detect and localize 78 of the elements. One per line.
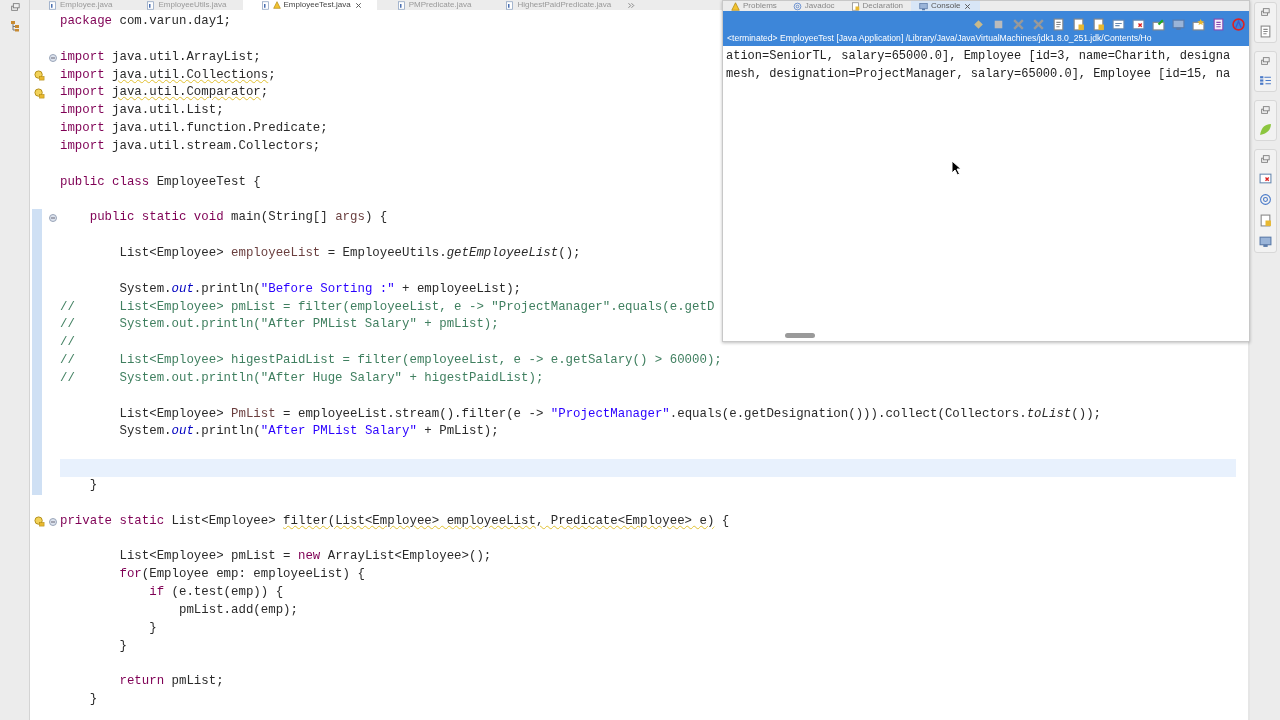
monitor-icon[interactable] bbox=[1172, 17, 1185, 31]
restore-icon[interactable] bbox=[1260, 56, 1270, 66]
code-line: public class EmployeeTest { bbox=[60, 174, 261, 189]
editor-tab[interactable]: PMPredicate.java bbox=[378, 0, 486, 10]
java-file-icon bbox=[260, 0, 270, 10]
window-icon[interactable] bbox=[1132, 17, 1145, 31]
console-output-line: mesh, designation=ProjectManager, salary=65000.0], Employee [id=15, na bbox=[726, 65, 1232, 83]
document-icon[interactable] bbox=[1052, 17, 1065, 31]
fold-icon[interactable] bbox=[48, 214, 57, 223]
close-icon[interactable] bbox=[353, 0, 363, 10]
code-line: System.out.println("After PMList Salary" + PmList); bbox=[118, 424, 499, 439]
document-icon[interactable] bbox=[1212, 17, 1225, 31]
chevron-icon[interactable] bbox=[627, 0, 637, 10]
code-line: import java.util.List; bbox=[60, 103, 224, 118]
code-line: import java.util.function.Predicate; bbox=[60, 121, 328, 136]
code-line: List<Employee> pmList = new ArrayList<Employee>(); bbox=[118, 549, 492, 564]
code-line: import java.util.Collections; bbox=[60, 67, 276, 82]
view-tab[interactable]: Problems bbox=[723, 1, 785, 11]
code-line: private static List<Employee> filter(List<Employee> employeeList, Predicate<Employee> e) { bbox=[60, 513, 730, 528]
code-line: import java.util.Comparator; bbox=[60, 85, 269, 100]
monitor-icon[interactable] bbox=[1258, 235, 1272, 248]
warning-icon bbox=[731, 1, 740, 11]
code-line: } bbox=[88, 692, 98, 707]
fold-icon[interactable] bbox=[48, 53, 57, 62]
java-file-icon bbox=[396, 0, 406, 10]
code-line: for(Employee emp: employeeList) { bbox=[118, 567, 365, 582]
console-output-line: ation=SeniorTL, salary=65000.0], Employee [id=3, name=Charith, designa bbox=[726, 48, 1232, 65]
restore-icon[interactable] bbox=[1260, 105, 1270, 115]
editor-tab[interactable]: EmployeeTest.java bbox=[242, 0, 377, 10]
scrollbar-thumb[interactable] bbox=[785, 333, 815, 338]
document-icon[interactable] bbox=[1072, 17, 1085, 31]
code-line: return pmList; bbox=[118, 674, 224, 689]
code-line: System.out.println("Before Sorting :" + employeeList); bbox=[118, 281, 522, 296]
code-line: if (e.test(emp)) { bbox=[148, 585, 284, 599]
code-line: List<Employee> employeeList = EmployeeUtils.getEmployeeList(); bbox=[118, 245, 581, 260]
document-icon[interactable] bbox=[1258, 172, 1272, 185]
editor-tab[interactable]: HighestPaidPredicate.java bbox=[487, 0, 626, 10]
monitor-icon bbox=[919, 1, 929, 11]
code-line: import java.util.stream.Collectors; bbox=[60, 138, 321, 153]
code-line: public static void main(String[] args) { bbox=[88, 210, 388, 225]
code-line: pmList.add(emp); bbox=[177, 602, 298, 617]
window-icon[interactable] bbox=[1112, 17, 1125, 31]
leaf-icon[interactable] bbox=[1258, 123, 1272, 136]
close-icon[interactable] bbox=[963, 1, 973, 11]
circle-icon[interactable] bbox=[1232, 17, 1245, 31]
view-tab[interactable]: Declaration bbox=[842, 1, 912, 11]
cursor-icon bbox=[951, 160, 962, 176]
editor-tab[interactable]: EmployeeUtils.java bbox=[128, 0, 241, 10]
code-line: import java.util.ArrayList; bbox=[60, 49, 261, 64]
code-line: } bbox=[148, 620, 157, 635]
code-line: // System.out.println("After PMList Salary" + pmList); bbox=[60, 317, 499, 332]
code-line: // bbox=[60, 335, 75, 350]
restore-icon[interactable] bbox=[1260, 7, 1270, 17]
view-tab[interactable]: Console bbox=[911, 1, 981, 11]
view-tab[interactable]: Javadoc bbox=[784, 1, 843, 11]
restore-icon[interactable] bbox=[9, 2, 20, 12]
outline-icon[interactable] bbox=[1258, 74, 1272, 87]
code-line: List<Employee> PmList = employeeList.stream().filter(e -> "ProjectManager".equals(e.getDesignation())).collect(Collectors.toList()); bbox=[118, 406, 1102, 421]
java-file-icon bbox=[146, 0, 156, 10]
code-line: // List<Employee> higestPaidList = filter(employeeList, e -> e.getSalary() > 60000); bbox=[60, 353, 722, 368]
code-line: package com.varun.day1; bbox=[60, 14, 232, 28]
document-icon[interactable] bbox=[1092, 17, 1105, 31]
code-line: } bbox=[118, 638, 127, 653]
code-line: } bbox=[88, 477, 98, 492]
java-file-icon bbox=[505, 0, 515, 10]
editor-tab[interactable]: Employee.java bbox=[30, 0, 127, 10]
fold-icon[interactable] bbox=[48, 517, 57, 526]
restore-icon[interactable] bbox=[1260, 154, 1270, 164]
java-file-icon bbox=[48, 0, 57, 10]
warning-icon[interactable] bbox=[34, 69, 45, 81]
code-line: // List<Employee> pmList = filter(employeeList, e -> "ProjectManager".equals(e.getD bbox=[60, 299, 715, 314]
console-status: <terminated> EmployeeTest [Java Application] /Library/Java/JavaVirtualMachines/jdk1.8.0_251.jdk/Contents/Ho bbox=[727, 33, 1153, 44]
hierarchy-icon[interactable] bbox=[8, 20, 21, 32]
document-icon[interactable] bbox=[1258, 25, 1272, 38]
document-icon[interactable] bbox=[1258, 214, 1272, 227]
code-line: // System.out.println("After Huge Salary" + higestPaidList); bbox=[60, 370, 544, 385]
warning-icon[interactable] bbox=[34, 516, 45, 528]
warning-icon[interactable] bbox=[34, 87, 45, 99]
